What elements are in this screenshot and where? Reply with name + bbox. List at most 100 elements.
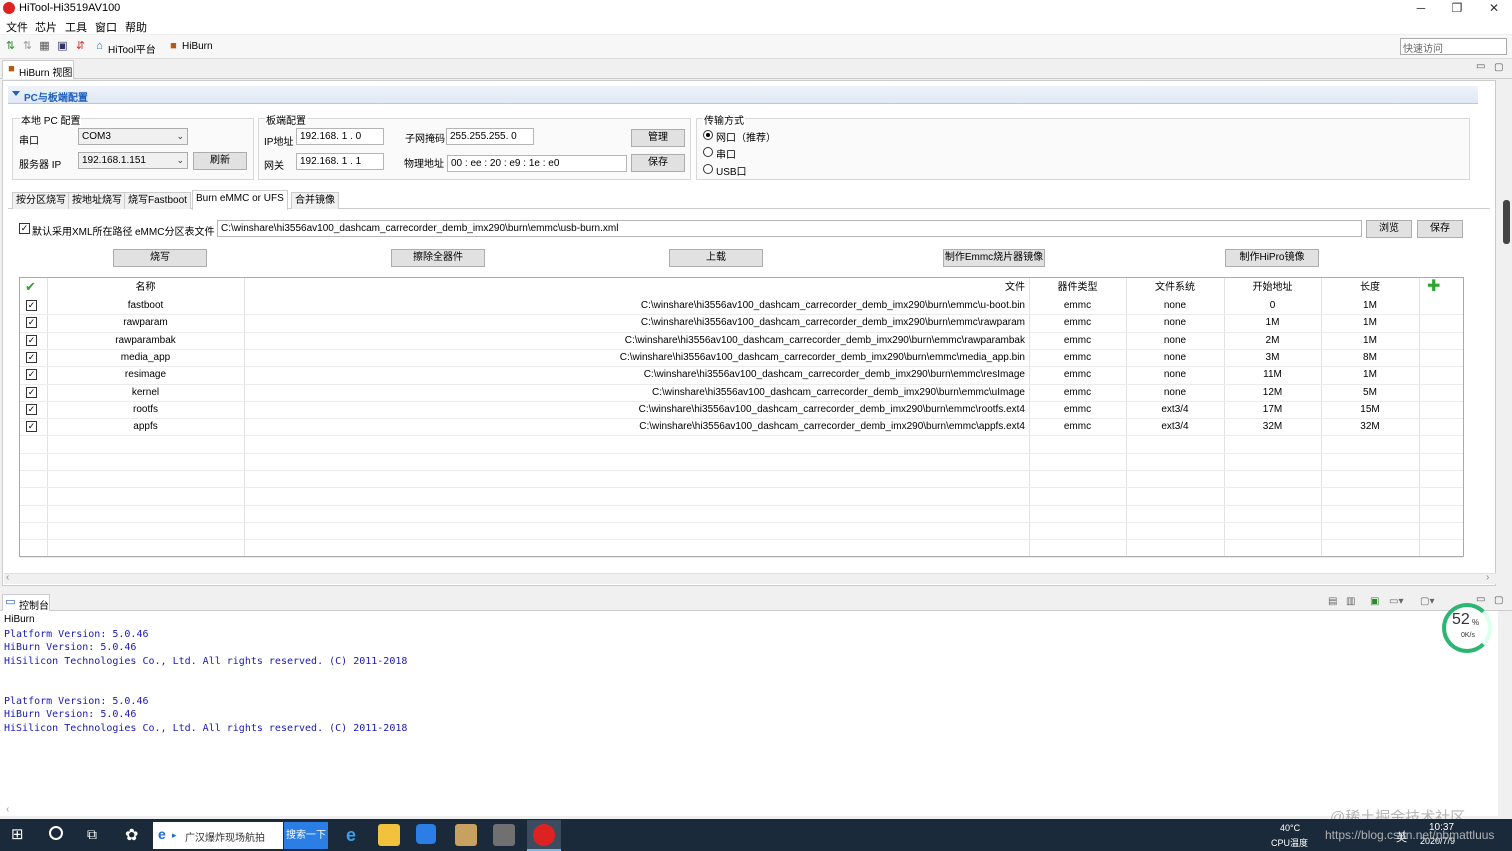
row-checkbox[interactable]: ✓ <box>26 404 37 415</box>
hitool-platform-button[interactable]: HiTool平台 <box>108 41 156 56</box>
cortana-icon[interactable] <box>49 826 63 840</box>
transfer-icon[interactable]: ⇵ <box>74 40 87 53</box>
view-minimize-icon[interactable]: ▭ <box>1476 61 1485 72</box>
ie-search-icon: e <box>158 826 166 842</box>
clear-console-icon[interactable]: ▤ <box>1328 596 1337 607</box>
row-checkbox[interactable]: ✓ <box>26 369 37 380</box>
console-scrollbar[interactable] <box>1498 611 1512 816</box>
radio-serial[interactable] <box>703 147 713 157</box>
server-ip-value: 192.168.1.151 <box>82 155 146 166</box>
hitool-taskbar-icon <box>533 824 555 846</box>
board-save-button[interactable]: 保存 <box>631 154 685 172</box>
chip-config-icon[interactable]: ▦ <box>38 40 51 53</box>
serial-combo[interactable]: COM3 ⌄ <box>78 128 188 145</box>
browse-button[interactable]: 浏览 <box>1366 220 1412 238</box>
scrollbar-thumb[interactable] <box>1503 200 1510 244</box>
hiburn-button[interactable]: HiBurn <box>182 41 213 52</box>
menu-bar <box>0 17 1512 34</box>
mask-field[interactable]: 255.255.255. 0 <box>446 128 534 145</box>
app-pinwheel-icon[interactable]: ✿ <box>125 825 138 845</box>
console-line: HiBurn Version: 5.0.46 <box>4 642 137 653</box>
scroll-lock-icon[interactable]: ▥ <box>1346 596 1355 607</box>
radio-usb[interactable] <box>703 164 713 174</box>
make-emmc-image-button[interactable]: 制作Emmc烧片器镜像 <box>943 249 1045 267</box>
xml-save-button[interactable]: 保存 <box>1417 220 1463 238</box>
tab-burn-emmc[interactable]: Burn eMMC or UFS <box>192 190 288 210</box>
home-icon[interactable]: ⌂ <box>93 40 106 53</box>
panel-scrollbar[interactable] <box>1498 80 1512 586</box>
server-ip-combo[interactable]: 192.168.1.151 ⌄ <box>78 152 188 169</box>
image-app-icon[interactable] <box>455 824 477 846</box>
collapse-triangle-icon[interactable] <box>12 91 20 96</box>
maximize-button[interactable]: ❐ <box>1439 0 1475 17</box>
partition-file-input[interactable]: C:\winshare\hi3556av100_dashcam_carrecor… <box>217 220 1362 237</box>
menu-file[interactable]: 文件 <box>6 19 28 35</box>
row-checkbox[interactable]: ✓ <box>26 352 37 363</box>
upload-button[interactable]: 上载 <box>669 249 763 267</box>
gateway-field[interactable]: 192.168. 1 . 1 <box>296 153 384 170</box>
menu-chip[interactable]: 芯片 <box>35 19 57 35</box>
row-checkbox[interactable]: ✓ <box>26 421 37 432</box>
display-console-icon[interactable]: ▭▾ <box>1389 596 1403 607</box>
cpu-percent: 52 <box>1452 611 1470 628</box>
row-divider <box>20 435 1463 436</box>
horizontal-scrollbar[interactable] <box>4 573 1496 584</box>
disconnect-icon[interactable]: ⇅ <box>21 40 34 53</box>
console-scroll-left-icon[interactable]: ‹ <box>6 804 9 815</box>
erase-all-button[interactable]: 擦除全器件 <box>391 249 485 267</box>
manage-button[interactable]: 管理 <box>631 129 685 147</box>
add-row-icon[interactable]: ✚ <box>1427 279 1440 295</box>
menu-help[interactable]: 帮助 <box>125 19 147 35</box>
connect-icon[interactable]: ⇅ <box>4 40 17 53</box>
row-checkbox[interactable]: ✓ <box>26 300 37 311</box>
burn-button[interactable]: 烧写 <box>113 249 207 267</box>
ip-field[interactable]: 192.168. 1 . 0 <box>296 128 384 145</box>
cell-type: emmc <box>1063 387 1092 398</box>
pc-board-section-header[interactable] <box>8 86 1478 104</box>
row-checkbox[interactable]: ✓ <box>26 387 37 398</box>
tab-partition-burn[interactable]: 按分区烧写 <box>12 192 70 209</box>
row-checkbox[interactable]: ✓ <box>26 335 37 346</box>
console-name: HiBurn <box>4 614 35 625</box>
tab-address-burn[interactable]: 按地址烧写 <box>68 192 126 209</box>
view-maximize-icon[interactable]: ▢ <box>1494 62 1503 73</box>
cell-name: appfs <box>133 421 158 432</box>
close-button[interactable]: ✕ <box>1476 0 1512 17</box>
open-console-icon[interactable]: ▢▾ <box>1420 596 1434 607</box>
select-all-check-icon[interactable]: ✔ <box>25 279 36 295</box>
row-checkbox[interactable]: ✓ <box>26 317 37 328</box>
refresh-button[interactable]: 刷新 <box>193 152 247 170</box>
minimize-button[interactable]: ─ <box>1403 0 1439 17</box>
terminal-app-icon[interactable] <box>493 824 515 846</box>
cell-file: C:\winshare\hi3556av100_dashcam_carrecor… <box>619 352 1025 363</box>
mac-field[interactable]: 00 : ee : 20 : e9 : 1e : e0 <box>447 155 627 172</box>
edge-browser-icon[interactable]: e <box>340 824 362 846</box>
taskbar-search-button[interactable]: 搜索一下 <box>284 822 328 849</box>
store-app-icon[interactable] <box>416 824 436 844</box>
cell-fs: ext3/4 <box>1161 404 1189 415</box>
make-hipro-image-button[interactable]: 制作HiPro镜像 <box>1225 249 1319 267</box>
cell-file: C:\winshare\hi3556av100_dashcam_carrecor… <box>652 387 1025 398</box>
default-xml-checkbox[interactable]: ✓ <box>19 223 30 234</box>
windows-start-icon[interactable]: ⊞ <box>11 827 24 842</box>
radio-network[interactable] <box>703 130 713 140</box>
tab-merge-image[interactable]: 合并镜像 <box>291 192 339 209</box>
quick-access-input[interactable]: 快速访问 <box>1400 38 1507 55</box>
cell-file: C:\winshare\hi3556av100_dashcam_carrecor… <box>638 404 1025 415</box>
server-ip-label: 服务器 IP <box>19 160 62 171</box>
hiburn-icon[interactable]: ■ <box>167 40 180 53</box>
console-maximize-icon[interactable]: ▢ <box>1494 595 1503 606</box>
cell-fs: none <box>1163 369 1187 380</box>
cell-name: media_app <box>120 352 171 363</box>
tab-fastboot-burn[interactable]: 烧写Fastboot <box>124 192 191 209</box>
scroll-right-icon[interactable]: › <box>1486 572 1489 583</box>
task-view-icon[interactable]: ⧉ <box>87 826 97 843</box>
menu-window[interactable]: 窗口 <box>95 19 117 35</box>
cell-fs: none <box>1163 387 1187 398</box>
console-minimize-icon[interactable]: ▭ <box>1476 594 1485 605</box>
terminal-icon[interactable]: ▣ <box>56 40 69 53</box>
file-explorer-icon[interactable] <box>378 824 400 846</box>
scroll-left-icon[interactable]: ‹ <box>6 572 9 583</box>
pin-console-icon[interactable]: ▣ <box>1370 596 1379 607</box>
menu-tools[interactable]: 工具 <box>65 19 87 35</box>
